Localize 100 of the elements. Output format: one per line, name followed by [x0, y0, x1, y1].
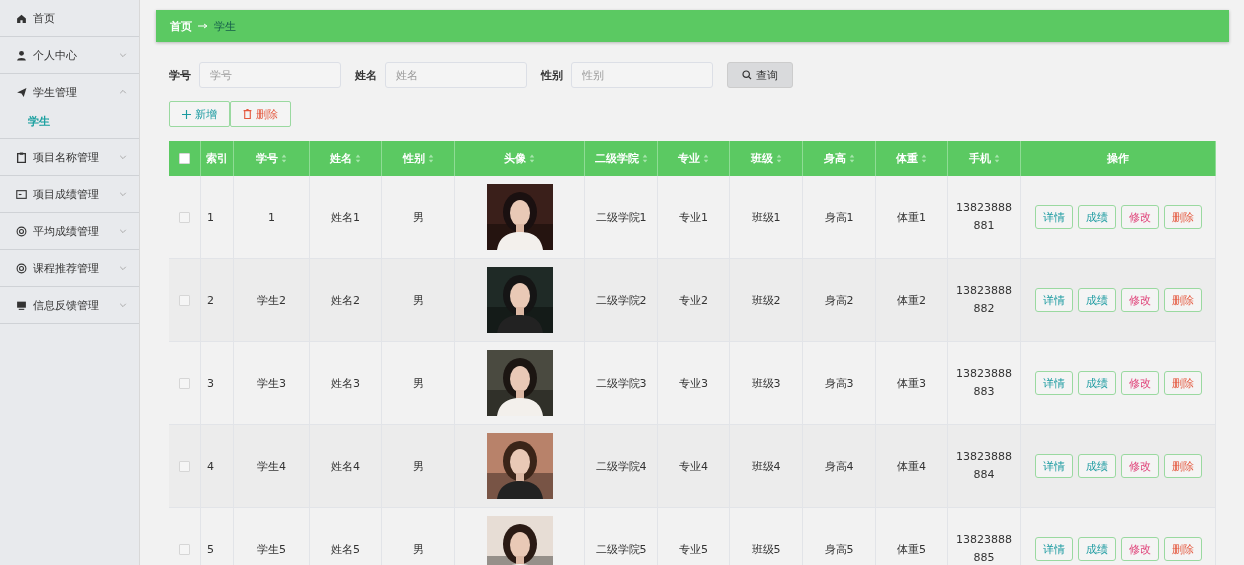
column-header[interactable]: 专业: [658, 141, 730, 176]
column-title: 体重: [896, 151, 918, 166]
user-icon: [16, 49, 27, 61]
table-cell: 专业1: [658, 176, 730, 259]
chevron-icon: [119, 227, 127, 235]
card-icon: [16, 188, 27, 200]
action-button[interactable]: 删除: [1163, 454, 1202, 478]
action-button[interactable]: 删除: [1163, 288, 1202, 312]
sidebar-item[interactable]: 学生管理: [0, 74, 139, 110]
breadcrumb-link[interactable]: 首页: [170, 18, 192, 34]
action-button[interactable]: 删除: [1163, 537, 1202, 561]
column-header[interactable]: 班级: [730, 141, 803, 176]
table-cell: 男: [382, 259, 455, 342]
sort-icon[interactable]: [993, 154, 1000, 163]
column-header[interactable]: 身高: [803, 141, 876, 176]
search-icon: [742, 70, 752, 80]
search-field[interactable]: 姓名: [385, 62, 527, 88]
table-cell: 姓名2: [310, 259, 382, 342]
action-button[interactable]: 详情: [1034, 537, 1073, 561]
column-header[interactable]: 体重: [876, 141, 948, 176]
sort-icon[interactable]: [529, 154, 535, 163]
table-cell: 2: [201, 259, 234, 342]
table-cell: 班级4: [730, 425, 803, 508]
column-title: 手机: [968, 151, 991, 166]
table-cell: 班级2: [730, 259, 803, 342]
sort-icon[interactable]: [641, 154, 648, 163]
search-button[interactable]: 查询: [727, 62, 793, 88]
checkbox[interactable]: [179, 543, 190, 555]
delete-button[interactable]: 删除: [230, 101, 291, 127]
column-header[interactable]: 学号: [234, 141, 310, 176]
sort-icon[interactable]: [703, 154, 709, 163]
sidebar-item[interactable]: 项目成绩管理: [0, 176, 139, 213]
checkbox[interactable]: [179, 211, 190, 223]
column-header[interactable]: 二级学院: [585, 141, 658, 176]
table-cell: 学生2: [234, 259, 310, 342]
table-cell: 4: [201, 425, 234, 508]
checkbox[interactable]: [179, 153, 190, 164]
action-button[interactable]: 详情: [1034, 454, 1073, 478]
table-cell: 男: [382, 425, 455, 508]
action-button[interactable]: 成绩: [1077, 454, 1116, 478]
table-cell: 班级1: [730, 176, 803, 259]
table-cell: 二级学院1: [585, 176, 658, 259]
table-cell-text: 13823888884: [955, 449, 1013, 483]
table-cell: 二级学院3: [585, 342, 658, 425]
sort-icon[interactable]: [775, 154, 782, 163]
table-cell: 姓名3: [310, 342, 382, 425]
table-cell-text: 13823888882: [955, 283, 1013, 317]
action-button[interactable]: 成绩: [1077, 205, 1116, 229]
action-button[interactable]: 成绩: [1077, 288, 1116, 312]
search-field[interactable]: 学号: [199, 62, 341, 88]
table-cell: 专业4: [658, 425, 730, 508]
sort-icon[interactable]: [848, 154, 855, 163]
action-button[interactable]: 删除: [1163, 371, 1202, 395]
checkbox[interactable]: [179, 460, 190, 472]
checkbox[interactable]: [179, 377, 190, 389]
column-header[interactable]: 索引: [201, 141, 234, 176]
sort-icon[interactable]: [921, 154, 927, 163]
table-cell: 体重1: [876, 176, 948, 259]
sidebar-item[interactable]: 首页: [0, 0, 139, 37]
table-cell: 学生4: [234, 425, 310, 508]
action-button[interactable]: 详情: [1034, 288, 1073, 312]
sidebar-item[interactable]: 信息反馈管理: [0, 287, 139, 324]
search-field[interactable]: 性别: [571, 62, 713, 88]
action-button[interactable]: 详情: [1034, 205, 1073, 229]
trash-icon: [243, 109, 252, 119]
column-header[interactable]: 性别: [382, 141, 455, 176]
sidebar-item[interactable]: 平均成绩管理: [0, 213, 139, 250]
sort-icon[interactable]: [427, 154, 434, 163]
column-header[interactable]: 操作: [1021, 141, 1216, 176]
clipboard-icon: [16, 151, 27, 163]
action-button[interactable]: 修改: [1120, 371, 1159, 395]
sort-icon[interactable]: [355, 154, 361, 163]
action-button[interactable]: 修改: [1120, 454, 1159, 478]
action-button[interactable]: 修改: [1120, 537, 1159, 561]
action-button[interactable]: 修改: [1120, 288, 1159, 312]
sidebar-item[interactable]: 项目名称管理: [0, 139, 139, 176]
column-header[interactable]: 姓名: [310, 141, 382, 176]
chevron-icon: [119, 153, 127, 161]
table-cell: 专业3: [658, 342, 730, 425]
action-button[interactable]: 删除: [1163, 205, 1202, 229]
sort-icon[interactable]: [281, 154, 287, 163]
table-cell: 身高1: [803, 176, 876, 259]
column-header[interactable]: 手机: [948, 141, 1021, 176]
column-title: 专业: [678, 151, 700, 166]
sidebar-item[interactable]: 个人中心: [0, 37, 139, 74]
action-button[interactable]: 成绩: [1077, 371, 1116, 395]
action-button[interactable]: 详情: [1034, 371, 1073, 395]
sidebar-item[interactable]: 课程推荐管理: [0, 250, 139, 287]
table-cell: 男: [382, 342, 455, 425]
checkbox[interactable]: [179, 294, 190, 306]
column-title: 二级学院: [594, 151, 639, 166]
chevron-icon: [119, 88, 127, 96]
action-button[interactable]: 修改: [1120, 205, 1159, 229]
add-button[interactable]: 新增: [169, 101, 230, 127]
table-cell: 姓名4: [310, 425, 382, 508]
breadcrumb-current: 学生: [214, 18, 236, 34]
column-header[interactable]: 头像: [455, 141, 585, 176]
action-button[interactable]: 成绩: [1077, 537, 1116, 561]
sidebar-subitem[interactable]: 学生: [0, 110, 139, 138]
field-label: 学号: [169, 67, 191, 83]
